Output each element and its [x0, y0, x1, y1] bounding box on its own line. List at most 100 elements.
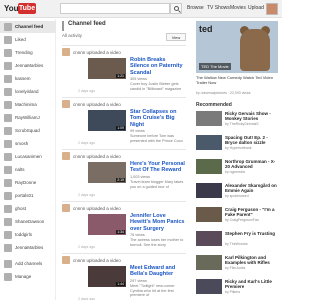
- nav-upload[interactable]: Upload: [248, 5, 264, 11]
- recommended-thumbnail[interactable]: [196, 183, 222, 198]
- recommended-video[interactable]: Alexander Skarsgård on Emmie Again by spo…: [196, 183, 280, 201]
- sidebar-item-label: portals01: [15, 193, 34, 198]
- sidebar-item-label: nalts: [15, 167, 25, 172]
- sidebar-item[interactable]: lonelyisland: [0, 86, 56, 98]
- nav-tv-shows[interactable]: TV Shows: [207, 5, 230, 11]
- channel-avatar-icon: [4, 88, 12, 96]
- video-thumbnail[interactable]: 1:21: [88, 58, 126, 79]
- uploader-avatar[interactable]: [62, 48, 70, 56]
- sidebar-item[interactable]: Lucasanimen: [0, 151, 56, 163]
- recommended-title[interactable]: Ricky and Karl's Little Premiere: [225, 279, 280, 289]
- sidebar-item[interactable]: JennaMarbles: [0, 242, 56, 254]
- sidebar-item-label: JennaMarbles: [15, 245, 44, 250]
- video-title-link[interactable]: Here's Your Personal Test Of The Reward: [130, 161, 186, 174]
- recommended-video[interactable]: Stephen Fry is Trusting by TheWondur: [196, 231, 280, 249]
- sidebar-item[interactable]: ShaneDawson: [0, 216, 56, 228]
- uploader-avatar[interactable]: [62, 100, 70, 108]
- sidebar-item-label: Lucasanimen: [15, 154, 42, 159]
- sidebar-item[interactable]: JennaMarbles: [0, 60, 56, 72]
- recommended-thumbnail[interactable]: [196, 111, 222, 126]
- recommended-title[interactable]: Craig Ferguson - "I'm a Fake Parent": [225, 207, 280, 217]
- nav-browse[interactable]: Browse: [187, 5, 204, 11]
- sidebar-item[interactable]: toddgirls: [0, 229, 56, 241]
- recommended-title[interactable]: Alexander Skarsgård on Emmie Again: [225, 183, 280, 193]
- sidebar-item[interactable]: Trending: [0, 47, 56, 59]
- sidebar-item[interactable]: RayDonne: [0, 177, 56, 189]
- view-button[interactable]: View: [166, 33, 186, 41]
- feed-divider: [62, 149, 186, 150]
- sidebar-item[interactable]: nalts: [0, 164, 56, 176]
- sidebar-item[interactable]: ghost: [0, 203, 56, 215]
- recommended-title[interactable]: Stephen Fry is Trusting: [225, 231, 280, 236]
- search-input[interactable]: [60, 3, 170, 14]
- recommended-video[interactable]: Ricky and Karl's Little Premiere by Pilke…: [196, 279, 280, 297]
- top-header: You Tube Browse TV Shows Movies Upload: [0, 0, 282, 18]
- right-column: ted TED The Movie The Wallow New Comedy …: [196, 19, 282, 300]
- uploader-avatar[interactable]: [62, 152, 70, 160]
- sidebar-item[interactable]: Machinima: [0, 99, 56, 111]
- video-thumbnail[interactable]: 2:19: [88, 162, 126, 183]
- ad-title-link[interactable]: The Wallow New Comedy Watch Ted Video Tr…: [196, 75, 278, 85]
- sidebar-item-label: ghost: [15, 206, 27, 211]
- video-duration: 1:09: [116, 126, 125, 130]
- nav-movies[interactable]: Movies: [230, 5, 246, 11]
- recommended-thumbnail[interactable]: [196, 255, 222, 270]
- video-thumbnail[interactable]: 1:44: [88, 266, 126, 287]
- video-title-link[interactable]: Meet Edward and Bella's Daughter: [130, 265, 186, 278]
- channel-avatar-icon: [4, 127, 12, 135]
- recommended-video[interactable]: Ricky Gervais Show - Monkey Stories by Th…: [196, 111, 280, 129]
- uploader-avatar[interactable]: [62, 256, 70, 264]
- post-header: cnnnn uploaded a video: [62, 256, 186, 264]
- channel-avatar-icon: [4, 205, 12, 213]
- ad-video-thumbnail[interactable]: ted TED The Movie: [196, 21, 278, 73]
- recommended-title[interactable]: Ricky Gervais Show - Monkey Stories: [225, 111, 280, 121]
- sidebar-item[interactable]: smosh: [0, 138, 56, 150]
- video-views: 305 views: [130, 76, 147, 81]
- recommended-thumbnail[interactable]: [196, 231, 222, 246]
- logo-you-text: You: [4, 4, 19, 13]
- sidebar-item-label: lonelyisland: [15, 89, 39, 94]
- sidebar-item[interactable]: Liked: [0, 34, 56, 46]
- video-info: Here's Your Personal Test Of The Reward 1…: [130, 161, 186, 189]
- recommended-title[interactable]: Northrop Grumman - X-20 Advanced: [225, 159, 280, 169]
- youtube-logo[interactable]: You Tube: [4, 3, 38, 15]
- video-title-link[interactable]: Star Collapses on Tom Cruise's Big Night: [130, 109, 186, 128]
- recommended-thumbnail[interactable]: [196, 207, 222, 222]
- video-thumbnail[interactable]: 1:09: [88, 110, 126, 131]
- sidebar-item[interactable]: Channel feed: [0, 21, 56, 33]
- channel-avatar-icon: [4, 179, 12, 187]
- video-views: 1,003 views: [130, 174, 151, 179]
- recommended-video[interactable]: Karl Pilkington and Examples with Rifles…: [196, 255, 280, 273]
- sidebar-item-label: RayWilliamJ: [15, 115, 40, 120]
- recommended-thumbnail[interactable]: [196, 279, 222, 294]
- activity-filter[interactable]: All activity: [62, 33, 112, 41]
- recommended-title[interactable]: Spacing Out! Ep. 2 - Bryce dalton sizzle: [225, 135, 280, 145]
- channel-avatar-icon: [4, 273, 12, 281]
- recommended-title[interactable]: Karl Pilkington and Examples with Rifles: [225, 255, 280, 265]
- sidebar-item-label: ScrubSquad: [15, 128, 40, 133]
- search-button[interactable]: [170, 3, 182, 14]
- recommended-video[interactable]: Spacing Out! Ep. 2 - Bryce dalton sizzle…: [196, 135, 280, 153]
- sidebar-item-label: RayDonne: [15, 180, 37, 185]
- recommended-thumbnail[interactable]: [196, 135, 222, 150]
- uploader-avatar[interactable]: [62, 204, 70, 212]
- bear-image: [240, 29, 270, 71]
- video-thumbnail[interactable]: 1:34: [88, 214, 126, 235]
- sidebar-item[interactable]: portals01: [0, 190, 56, 202]
- sidebar-item[interactable]: Manage: [0, 271, 56, 283]
- user-avatar[interactable]: [266, 3, 278, 15]
- video-description: Meet "Twilight" new-comer Cynthia who hi…: [130, 284, 175, 298]
- recommended-video[interactable]: Craig Ferguson - "I'm a Fake Parent" by C…: [196, 207, 280, 225]
- sidebar-item[interactable]: kassem: [0, 73, 56, 85]
- channel-avatar-icon: [4, 36, 12, 44]
- recommended-thumbnail[interactable]: [196, 159, 222, 174]
- sidebar-item[interactable]: ScrubSquad: [0, 125, 56, 137]
- sidebar-item-label: Channel feed: [15, 24, 44, 29]
- video-title-link[interactable]: Jennifer Love Hewitt's Mom Panics over S…: [130, 213, 186, 232]
- video-title-link[interactable]: Robin Breaks Silence on Paternity Scanda…: [130, 57, 186, 76]
- recommended-video[interactable]: Northrop Grumman - X-20 Advanced by ngcme…: [196, 159, 280, 177]
- sidebar-item[interactable]: RayWilliamJ: [0, 112, 56, 124]
- post-timestamp: 2 days ago: [78, 89, 96, 93]
- feed-title: Channel feed: [62, 21, 186, 31]
- sidebar-item[interactable]: Add channels: [0, 258, 56, 270]
